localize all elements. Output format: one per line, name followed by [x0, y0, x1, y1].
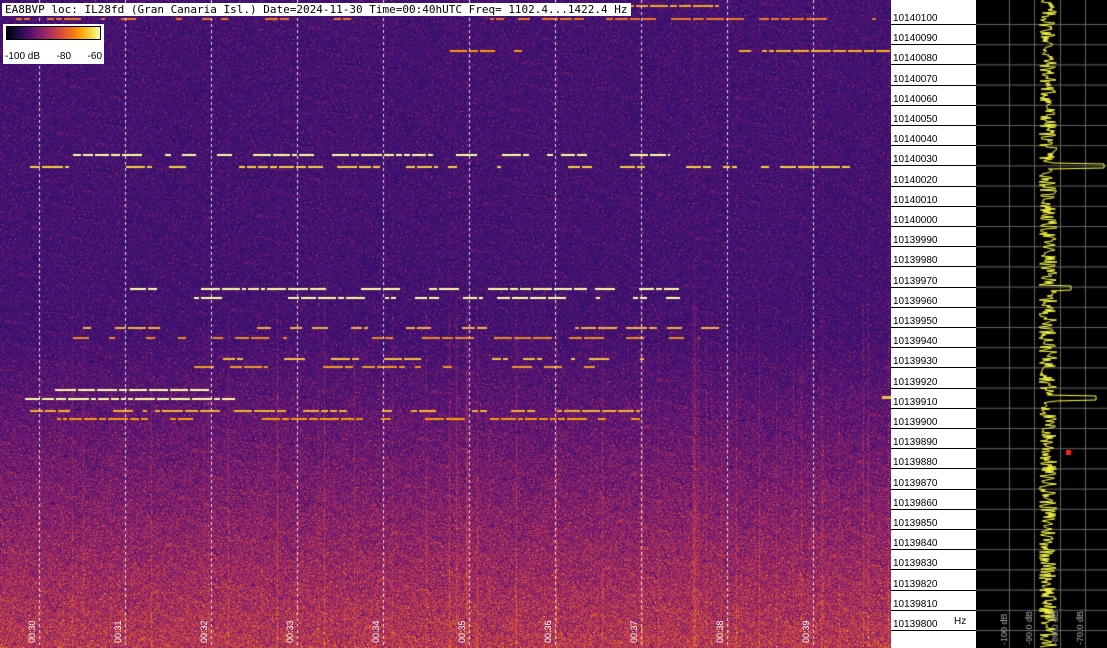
frequency-tick — [891, 387, 976, 389]
frequency-label: 10139970 — [893, 275, 938, 287]
frequency-label: 10140050 — [893, 114, 938, 125]
frequency-tick — [891, 407, 976, 409]
frequency-label: 10139920 — [893, 376, 938, 388]
frequency-tick — [891, 205, 976, 207]
time-label: 00:37 — [629, 620, 639, 643]
time-label: 00:34 — [371, 620, 381, 643]
frequency-label: 10139910 — [893, 396, 938, 408]
time-label: 00:30 — [27, 620, 37, 643]
frequency-tick — [891, 347, 976, 349]
frequency-tick — [891, 226, 976, 227]
frequency-label: 10140080 — [893, 53, 938, 65]
header-title: EA8BVP loc: IL28fd (Gran Canaria Isl.) D… — [2, 3, 631, 16]
frequency-scale: Hz 10140100 10140090 10140080 10140070 10140… — [891, 0, 976, 648]
frequency-tick — [891, 44, 976, 46]
frequency-tick — [891, 125, 976, 126]
frequency-unit: Hz — [954, 616, 967, 627]
frequency-tick — [891, 508, 976, 510]
time-label: 00:36 — [543, 620, 553, 643]
frequency-tick — [891, 266, 976, 268]
frequency-label: 10139800 — [893, 619, 938, 630]
frequency-label: 10140020 — [893, 174, 938, 186]
frequency-tick — [891, 428, 976, 429]
frequency-label: 10140070 — [893, 73, 938, 85]
frequency-label: 10140030 — [893, 154, 938, 166]
frequency-tick — [891, 104, 976, 106]
time-label: 00:31 — [113, 620, 123, 643]
frequency-tick — [891, 589, 976, 591]
frequency-tick — [891, 529, 976, 530]
frequency-tick — [891, 448, 976, 450]
time-label: 00:39 — [801, 620, 811, 643]
legend-tick-mid: -80 — [56, 51, 72, 62]
frequency-tick — [891, 84, 976, 86]
frequency-tick — [891, 367, 976, 369]
spectrum-panel — [976, 0, 1107, 648]
frequency-tick — [891, 327, 976, 328]
waterfall-spectrogram — [0, 0, 891, 648]
frequency-label: 10139930 — [893, 356, 938, 368]
frequency-label: 10139980 — [893, 255, 938, 267]
frequency-tick — [891, 145, 976, 147]
frequency-label: 10140000 — [893, 215, 938, 226]
frequency-label: 10140090 — [893, 33, 938, 45]
frequency-tick — [891, 165, 976, 167]
time-label: 00:35 — [457, 620, 467, 643]
frequency-label: 10139830 — [893, 558, 938, 570]
frequency-tick — [891, 246, 976, 248]
frequency-label: 10139900 — [893, 417, 938, 428]
frequency-label: 10139940 — [893, 336, 938, 348]
frequency-tick — [891, 185, 976, 187]
frequency-label: 10139850 — [893, 518, 938, 529]
frequency-tick — [891, 549, 976, 551]
frequency-tick — [891, 64, 976, 66]
frequency-label: 10139950 — [893, 316, 938, 327]
time-label: 00:33 — [285, 620, 295, 643]
time-label: 00:38 — [715, 620, 725, 643]
frequency-label: 10139870 — [893, 477, 938, 489]
frequency-label: 10139880 — [893, 457, 938, 469]
frequency-label: 10140060 — [893, 93, 938, 105]
frequency-tick — [891, 630, 976, 631]
frequency-label: 10139820 — [893, 578, 938, 590]
frequency-label: 10140100 — [893, 13, 938, 24]
frequency-label: 10140010 — [893, 194, 938, 206]
frequency-tick — [891, 24, 976, 25]
frequency-tick — [891, 468, 976, 470]
time-label: 00:32 — [199, 620, 209, 643]
frequency-tick — [891, 286, 976, 288]
legend-ticks: -100 dB -80 -60 — [5, 51, 102, 62]
frequency-label: 10140040 — [893, 134, 938, 146]
frequency-label: 10139960 — [893, 295, 938, 307]
legend-tick-min: -100 dB — [5, 51, 41, 62]
frequency-tick — [891, 306, 976, 308]
frequency-label: 10139990 — [893, 235, 938, 247]
frequency-label: 10139810 — [893, 598, 938, 610]
frequency-label: 10139890 — [893, 437, 938, 449]
legend-tick-max: -60 — [87, 51, 102, 62]
frequency-tick — [891, 569, 976, 571]
frequency-tick — [891, 488, 976, 490]
color-gradient-bar — [6, 26, 101, 40]
frequency-label: 10139840 — [893, 538, 938, 550]
frequency-tick — [891, 609, 976, 611]
frequency-label: 10139860 — [893, 497, 938, 509]
color-legend: -100 dB -80 -60 — [3, 24, 104, 64]
